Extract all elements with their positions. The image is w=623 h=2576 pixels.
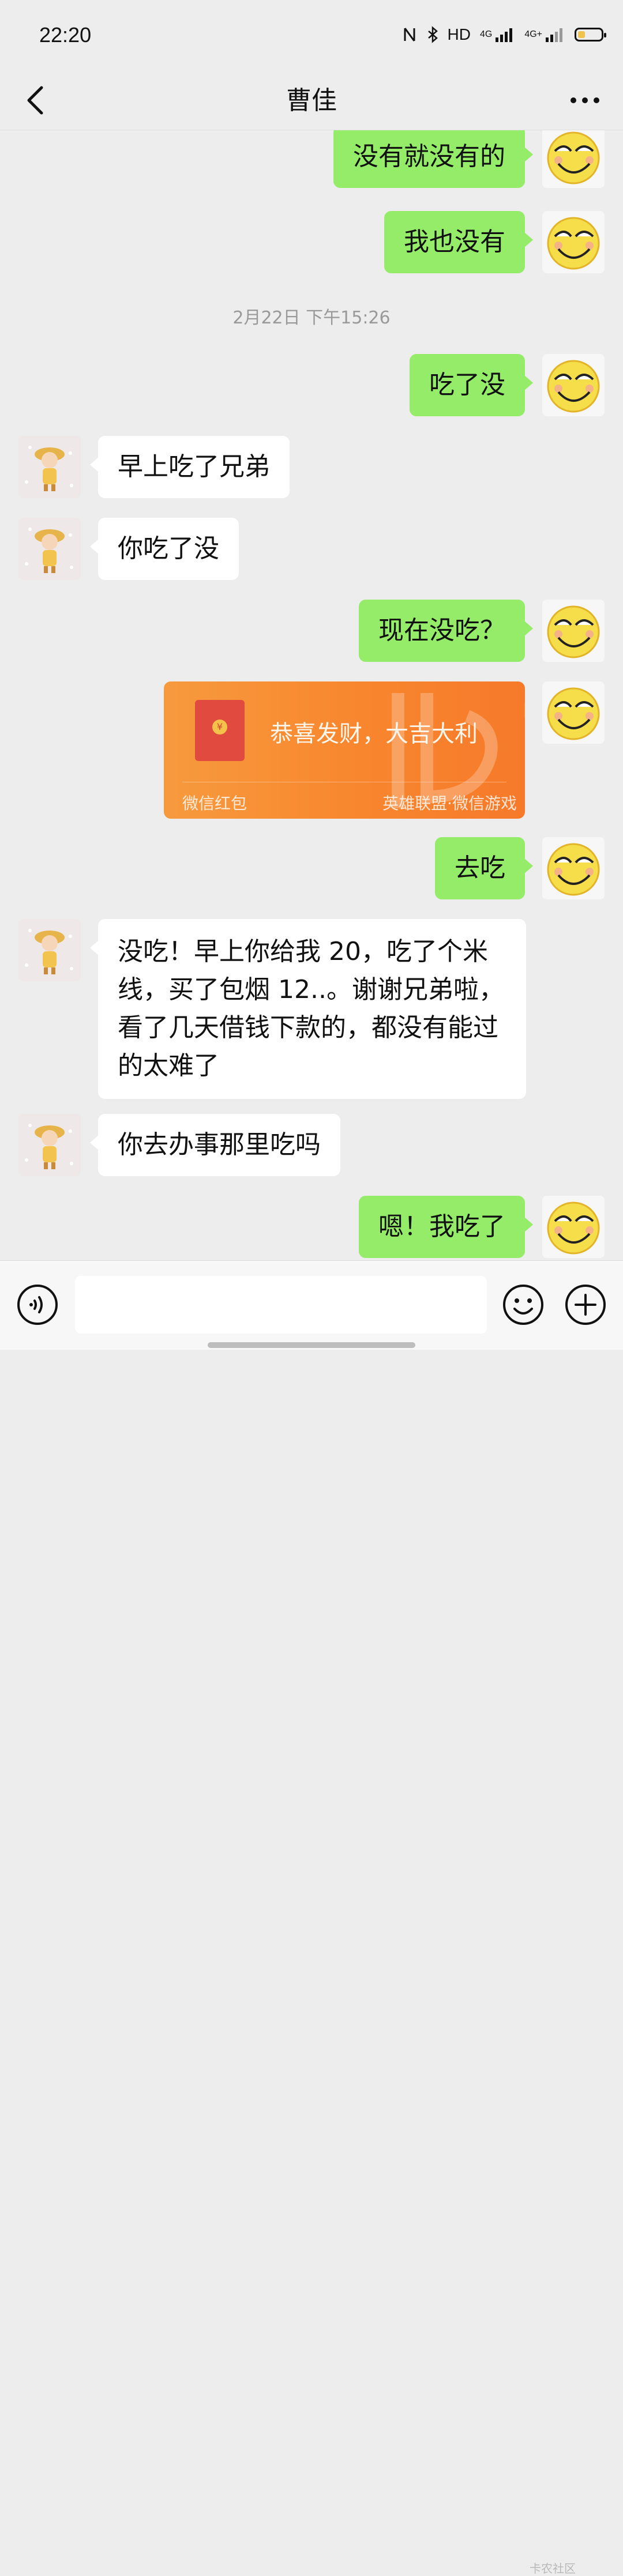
more-options-button[interactable] xyxy=(562,80,608,121)
red-packet-title: 恭喜发财，大吉大利 xyxy=(270,721,478,747)
avatar-self[interactable] xyxy=(542,354,605,416)
timestamp: 2月22日 下午15:26 xyxy=(232,308,391,328)
cartoon-avatar-icon xyxy=(18,1114,81,1176)
cartoon-avatar-icon xyxy=(18,436,81,498)
avatar-self[interactable] xyxy=(542,600,605,662)
plus-icon xyxy=(565,1285,606,1325)
message-bubble[interactable]: 早上吃了兄弟 xyxy=(90,436,290,498)
status-time: 22:20 xyxy=(39,23,92,47)
input-bar: 卡农社区 xyxy=(0,1260,623,2575)
message-bubble[interactable]: 嗯！我吃了 xyxy=(359,1196,533,1258)
message-bubble[interactable]: 吃了没 xyxy=(410,354,533,416)
message-bubble[interactable]: 你去办事那里吃吗 xyxy=(90,1114,340,1176)
status-icons: HD 4G 4G+ xyxy=(403,25,606,44)
more-actions-button[interactable] xyxy=(564,1283,607,1326)
smiley-avatar-icon xyxy=(542,1196,605,1258)
avatar-contact[interactable] xyxy=(18,1114,81,1176)
avatar-self[interactable] xyxy=(542,130,605,188)
avatar-contact[interactable] xyxy=(18,518,81,580)
smiley-avatar-icon xyxy=(542,354,605,416)
avatar-contact[interactable] xyxy=(18,436,81,498)
yuan-coin-icon: ¥ xyxy=(212,720,227,735)
signal-icon-2: 4G+ xyxy=(524,27,565,42)
red-packet-label: 微信红包 xyxy=(182,794,247,813)
signal-icon-1: 4G xyxy=(480,27,515,42)
smiley-avatar-icon xyxy=(542,681,605,744)
avatar-self[interactable] xyxy=(542,1196,605,1258)
chat-title: 曹佳 xyxy=(286,86,337,115)
network-type-label-2: 4G+ xyxy=(524,29,542,39)
message-bubble[interactable]: 没吃！早上你给我 20，吃了个米线，买了包烟 12..。谢谢兄弟啦，看了几天借钱… xyxy=(90,919,526,1099)
status-bar: 22:20 HD 4G 4G+ xyxy=(0,0,623,69)
nfc-icon xyxy=(403,26,418,43)
smiley-avatar-icon xyxy=(542,211,605,273)
avatar-self[interactable] xyxy=(542,837,605,899)
smiley-avatar-icon xyxy=(542,837,605,899)
red-packet-card[interactable]: ¥ 恭喜发财，大吉大利 微信红包 英雄联盟·微信游戏 xyxy=(164,681,525,819)
community-watermark: 卡农社区 xyxy=(530,2562,576,2575)
avatar-self[interactable] xyxy=(542,681,605,744)
voice-icon xyxy=(17,1285,58,1325)
voice-input-button[interactable] xyxy=(16,1283,59,1326)
network-type-label-1: 4G xyxy=(479,29,493,39)
home-indicator[interactable] xyxy=(208,1342,415,1348)
emoji-icon xyxy=(503,1285,543,1325)
avatar-contact[interactable] xyxy=(18,919,81,981)
bluetooth-icon xyxy=(427,26,438,43)
avatar-self[interactable] xyxy=(542,211,605,273)
message-bubble[interactable]: 你吃了没 xyxy=(90,518,239,580)
smiley-avatar-icon xyxy=(542,600,605,662)
more-dots-icon xyxy=(571,97,599,103)
red-envelope-icon: ¥ xyxy=(195,700,245,761)
cartoon-avatar-icon xyxy=(18,919,81,981)
battery-icon xyxy=(575,28,606,42)
message-list[interactable]: 没有就没有的 我也没有 2月22日 下午15:26 吃了没 早上吃了兄弟 你吃了… xyxy=(0,130,623,1260)
message-input[interactable] xyxy=(75,1276,487,1334)
message-bubble[interactable]: 去吃 xyxy=(435,837,533,899)
smiley-avatar-icon xyxy=(542,130,605,188)
hd-icon: HD xyxy=(447,25,471,43)
chat-header: 曹佳 xyxy=(0,69,623,130)
message-bubble[interactable]: 没有就没有的 xyxy=(333,130,533,188)
red-packet-source: 英雄联盟·微信游戏 xyxy=(382,794,517,813)
message-bubble[interactable]: 我也没有 xyxy=(384,211,533,273)
message-bubble[interactable]: 现在没吃？ xyxy=(359,600,533,662)
emoji-button[interactable] xyxy=(502,1283,545,1326)
cartoon-avatar-icon xyxy=(18,518,81,580)
